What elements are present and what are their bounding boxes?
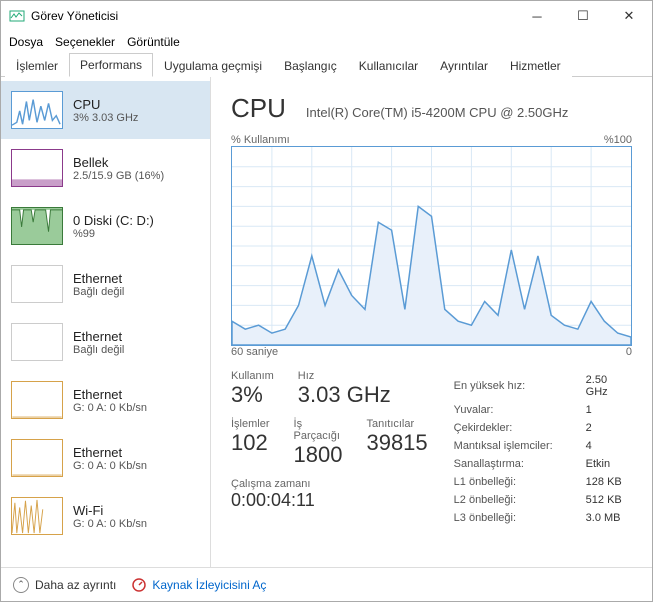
sidebar-item-label: Ethernet [73, 329, 124, 344]
main-header: CPU Intel(R) Core(TM) i5-4200M CPU @ 2.5… [231, 93, 632, 124]
processes-label: İşlemler [231, 418, 270, 430]
l2-value: 512 KB [586, 492, 630, 508]
sidebar-item-wifi[interactable]: Wi-FiG: 0 A: 0 Kb/sn [1, 487, 210, 545]
main: CPU Intel(R) Core(TM) i5-4200M CPU @ 2.5… [211, 77, 652, 567]
sidebar-item-sub: G: 0 A: 0 Kb/sn [73, 402, 147, 414]
l2-label: L2 önbelleği: [454, 492, 584, 508]
sidebar-item-label: Ethernet [73, 271, 124, 286]
sidebar-item-label: Wi-Fi [73, 503, 147, 518]
sidebar-item-sub: 3% 3.03 GHz [73, 112, 138, 124]
sidebar-item-label: Bellek [73, 155, 164, 170]
cores-value: 2 [586, 420, 630, 436]
minimize-button[interactable]: ─ [514, 1, 560, 31]
sidebar-item-sub: 2.5/15.9 GB (16%) [73, 170, 164, 182]
menu-file[interactable]: Dosya [9, 35, 43, 49]
sidebar-item-label: Ethernet [73, 387, 147, 402]
open-resmon-link[interactable]: Kaynak İzleyicisini Aç [132, 578, 266, 592]
sidebar-item-memory[interactable]: Bellek2.5/15.9 GB (16%) [1, 139, 210, 197]
speed-label: Hız [298, 370, 391, 382]
sidebar-item-sub: Bağlı değil [73, 344, 124, 356]
content: CPU3% 3.03 GHz Bellek2.5/15.9 GB (16%) 0… [1, 77, 652, 567]
close-button[interactable]: ✕ [606, 1, 652, 31]
processes-value: 102 [231, 430, 270, 456]
sockets-value: 1 [586, 402, 630, 418]
sidebar-item-cpu[interactable]: CPU3% 3.03 GHz [1, 81, 210, 139]
cpu-chart [231, 146, 632, 346]
l3-value: 3.0 MB [586, 510, 630, 526]
threads-label: İş Parçacığı [294, 418, 343, 442]
sidebar: CPU3% 3.03 GHz Bellek2.5/15.9 GB (16%) 0… [1, 77, 211, 567]
sidebar-item-ethernet-4[interactable]: EthernetG: 0 A: 0 Kb/sn [1, 429, 210, 487]
usage-label: Kullanım [231, 370, 274, 382]
sidebar-item-disk[interactable]: 0 Diski (C: D:)%99 [1, 197, 210, 255]
uptime-value: 0:00:04:11 [231, 490, 428, 511]
thumb-ethernet [11, 439, 63, 477]
l1-label: L1 önbelleği: [454, 474, 584, 490]
threads-value: 1800 [294, 442, 343, 468]
tab-apphistory[interactable]: Uygulama geçmişi [153, 54, 273, 77]
chart-bottom-left-label: 60 saniye [231, 346, 278, 358]
titlebar: Görev Yöneticisi ─ ☐ ✕ [1, 1, 652, 31]
sockets-label: Yuvalar: [454, 402, 584, 418]
sidebar-item-sub: G: 0 A: 0 Kb/sn [73, 460, 147, 472]
tabs: İşlemler Performans Uygulama geçmişi Baş… [1, 53, 652, 77]
stats: Kullanım3% Hız3.03 GHz İşlemler102 İş Pa… [231, 370, 632, 528]
fewer-details-label: Daha az ayrıntı [35, 578, 116, 592]
window-title: Görev Yöneticisi [31, 9, 514, 23]
menu-view[interactable]: Görüntüle [127, 35, 180, 49]
sidebar-item-sub: Bağlı değil [73, 286, 124, 298]
handles-value: 39815 [366, 430, 427, 456]
sidebar-item-ethernet-1[interactable]: EthernetBağlı değil [1, 255, 210, 313]
tab-details[interactable]: Ayrıntılar [429, 54, 499, 77]
cpu-model: Intel(R) Core(TM) i5-4200M CPU @ 2.50GHz [306, 105, 568, 120]
window-controls: ─ ☐ ✕ [514, 1, 652, 31]
usage-value: 3% [231, 382, 274, 408]
sidebar-item-label: 0 Diski (C: D:) [73, 213, 154, 228]
chart-top-right-label: %100 [604, 134, 632, 146]
maximize-button[interactable]: ☐ [560, 1, 606, 31]
cores-label: Çekirdekler: [454, 420, 584, 436]
chevron-up-icon: ⌃ [13, 577, 29, 593]
virt-value: Etkin [586, 456, 630, 472]
l1-value: 128 KB [586, 474, 630, 490]
sidebar-item-ethernet-2[interactable]: EthernetBağlı değil [1, 313, 210, 371]
fewer-details-link[interactable]: ⌃ Daha az ayrıntı [13, 577, 116, 593]
tab-services[interactable]: Hizmetler [499, 54, 572, 77]
tab-performance[interactable]: Performans [69, 53, 153, 77]
l3-label: L3 önbelleği: [454, 510, 584, 526]
logical-value: 4 [586, 438, 630, 454]
maxspeed-label: En yüksek hız: [454, 372, 584, 400]
footer: ⌃ Daha az ayrıntı Kaynak İzleyicisini Aç [1, 567, 652, 601]
tab-processes[interactable]: İşlemler [5, 54, 69, 77]
thumb-wifi [11, 497, 63, 535]
speed-value: 3.03 GHz [298, 382, 391, 408]
thumb-memory [11, 149, 63, 187]
chart-bottom-right-label: 0 [626, 346, 632, 358]
sidebar-item-sub: %99 [73, 228, 154, 240]
thumb-cpu [11, 91, 63, 129]
specs: En yüksek hız:2.50 GHz Yuvalar:1 Çekirde… [452, 370, 632, 528]
open-resmon-label: Kaynak İzleyicisini Aç [152, 578, 266, 592]
sidebar-item-ethernet-3[interactable]: EthernetG: 0 A: 0 Kb/sn [1, 371, 210, 429]
tab-users[interactable]: Kullanıcılar [348, 54, 429, 77]
sidebar-item-sub: G: 0 A: 0 Kb/sn [73, 518, 147, 530]
thumb-ethernet [11, 265, 63, 303]
resmon-icon [132, 578, 146, 592]
tab-startup[interactable]: Başlangıç [273, 54, 348, 77]
uptime-label: Çalışma zamanı [231, 478, 428, 490]
logical-label: Mantıksal işlemciler: [454, 438, 584, 454]
thumb-disk [11, 207, 63, 245]
chart-top-left-label: % Kullanımı [231, 134, 290, 146]
app-icon [9, 8, 25, 24]
sidebar-item-label: Ethernet [73, 445, 147, 460]
thumb-ethernet [11, 323, 63, 361]
menu-options[interactable]: Seçenekler [55, 35, 115, 49]
maxspeed-value: 2.50 GHz [586, 372, 630, 400]
page-title: CPU [231, 93, 286, 124]
handles-label: Tanıtıcılar [366, 418, 427, 430]
virt-label: Sanallaştırma: [454, 456, 584, 472]
sidebar-item-label: CPU [73, 97, 138, 112]
menubar: Dosya Seçenekler Görüntüle [1, 31, 652, 53]
thumb-ethernet [11, 381, 63, 419]
